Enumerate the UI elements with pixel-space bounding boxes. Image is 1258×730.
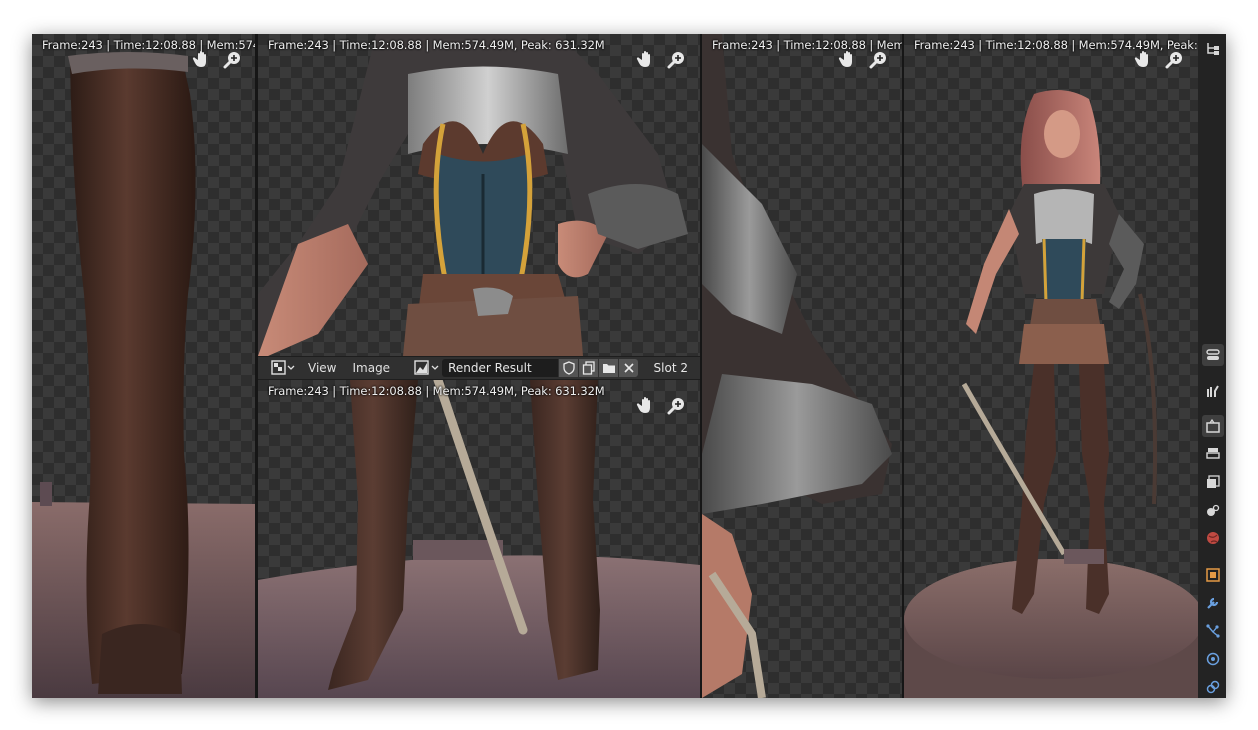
- particles-icon: [1206, 624, 1220, 638]
- tab-world[interactable]: [1202, 527, 1224, 549]
- render-slot-label: Slot 2: [653, 361, 688, 375]
- tab-object[interactable]: [1202, 564, 1224, 586]
- image-menu-label: Image: [352, 361, 391, 375]
- tab-render[interactable]: [1202, 415, 1224, 437]
- render-legs-closeup: [258, 380, 700, 698]
- render-arm-closeup: [702, 34, 892, 698]
- modifier-icon: [1207, 597, 1219, 609]
- outliner-toggle[interactable]: [1202, 38, 1224, 60]
- tab-tool[interactable]: [1202, 380, 1224, 402]
- image-browse-button[interactable]: [412, 358, 442, 378]
- image-editor-header: View Image Render Result Slot 2: [258, 356, 700, 380]
- render-stats: Frame:243 | Time:12:08.88 | Mem:574.49M,…: [268, 384, 605, 398]
- render-slot-selector[interactable]: Slot 2: [648, 359, 694, 377]
- view-menu-label: View: [308, 361, 337, 375]
- tab-view-layer[interactable]: [1202, 471, 1224, 493]
- image-name-value: Render Result: [448, 361, 532, 375]
- image-editor-pane-boot[interactable]: Frame:243 | Time:12:08.88 | Mem:574.4: [32, 34, 255, 698]
- hand-icon[interactable]: [192, 48, 214, 70]
- zoom-icon[interactable]: [222, 48, 244, 70]
- hand-icon[interactable]: [636, 48, 658, 70]
- tab-physics[interactable]: [1202, 648, 1224, 670]
- world-icon: [1207, 532, 1219, 544]
- duplicate-icon: [582, 361, 595, 375]
- object-icon: [1206, 568, 1220, 582]
- tool-icon: [1207, 385, 1219, 397]
- zoom-icon[interactable]: [1164, 48, 1186, 70]
- view-layer-icon: [1207, 475, 1220, 488]
- hand-icon[interactable]: [838, 48, 860, 70]
- new-image-button[interactable]: [579, 359, 599, 377]
- render-full-figure: [904, 90, 1198, 698]
- editor-type-button[interactable]: [266, 358, 300, 378]
- zoom-icon[interactable]: [666, 394, 688, 416]
- zoom-icon[interactable]: [868, 48, 890, 70]
- properties-icon: [1206, 349, 1220, 360]
- tab-particles[interactable]: [1202, 620, 1224, 642]
- image-name-field[interactable]: Render Result: [442, 359, 559, 377]
- fake-user-button[interactable]: [559, 359, 579, 377]
- render-icon: [1206, 418, 1220, 433]
- image-menu[interactable]: Image: [344, 358, 398, 378]
- image-browse-icon: [414, 360, 439, 375]
- tab-constraints[interactable]: [1202, 676, 1224, 698]
- view-menu[interactable]: View: [300, 358, 344, 378]
- shield-icon: [562, 361, 575, 375]
- render-torso-closeup: [258, 34, 688, 356]
- hand-icon[interactable]: [1134, 48, 1156, 70]
- render-stats: Frame:243 | Time:12:08.88 | Mem:574.49M,…: [268, 38, 605, 52]
- blender-window: Frame:243 | Time:12:08.88 | Mem:574.4 Fr…: [32, 34, 1226, 698]
- unlink-image-button[interactable]: [619, 359, 639, 377]
- image-editor-pane-arm[interactable]: Frame:243 | Time:12:08.88 | Mem:5: [702, 34, 902, 698]
- output-icon: [1206, 448, 1220, 459]
- tab-output[interactable]: [1202, 443, 1224, 465]
- physics-icon: [1206, 652, 1220, 666]
- constraints-icon: [1206, 680, 1220, 694]
- image-editor-pane-full-figure[interactable]: Frame:243 | Time:12:08.88 | Mem:574.49M,…: [904, 34, 1198, 698]
- scene-icon: [1207, 504, 1220, 516]
- folder-icon: [602, 364, 615, 373]
- properties-toggle[interactable]: [1202, 344, 1224, 366]
- hand-icon[interactable]: [636, 394, 658, 416]
- image-editor-pane-legs[interactable]: Frame:243 | Time:12:08.88 | Mem:574.49M,…: [258, 380, 700, 698]
- properties-tab-bar: [1198, 34, 1226, 698]
- image-editor-pane-torso[interactable]: Frame:243 | Time:12:08.88 | Mem:574.49M,…: [258, 34, 700, 356]
- zoom-icon[interactable]: [666, 48, 688, 70]
- tab-modifier[interactable]: [1202, 592, 1224, 614]
- image-editor-icon: [271, 360, 295, 375]
- tab-scene[interactable]: [1202, 499, 1224, 521]
- open-image-button[interactable]: [599, 359, 619, 377]
- render-boot-closeup: [32, 52, 255, 698]
- close-icon: [624, 363, 634, 373]
- outliner-icon: [1207, 43, 1219, 55]
